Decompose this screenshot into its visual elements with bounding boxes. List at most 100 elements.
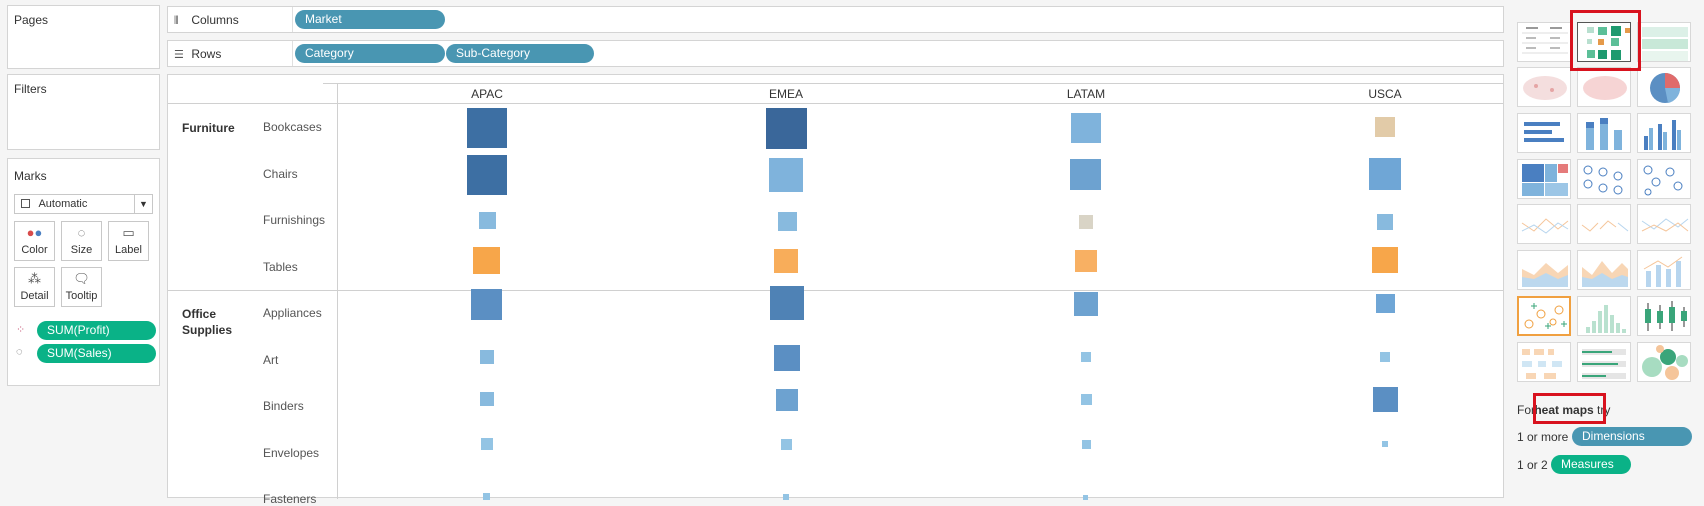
mark-fasteners-emea[interactable] — [783, 494, 789, 500]
showme-gantt[interactable] — [1517, 342, 1571, 382]
category-office-supplies[interactable]: Office Supplies — [182, 306, 232, 338]
columns-label-wrap: ⫴ Columns — [174, 13, 239, 28]
mark-chairs-emea[interactable] — [769, 158, 803, 192]
mark-bookcases-latam[interactable] — [1071, 113, 1101, 143]
filters-panel[interactable]: Filters — [7, 74, 160, 150]
showme-highlight-table[interactable] — [1637, 22, 1691, 62]
showme-scatter-plot[interactable] — [1517, 296, 1571, 336]
mark-binders-emea[interactable] — [776, 389, 798, 411]
showme-bullet-graph[interactable] — [1577, 342, 1631, 382]
mark-tables-apac[interactable] — [473, 247, 500, 274]
showme-dual-lines[interactable] — [1637, 204, 1691, 244]
label-card[interactable]: ▭ Label — [108, 221, 149, 261]
mark-chairs-apac[interactable] — [467, 155, 507, 195]
showme-box-whisker[interactable] — [1637, 296, 1691, 336]
showme-text-table[interactable] — [1517, 22, 1571, 62]
mark-envelopes-latam[interactable] — [1082, 440, 1091, 449]
mark-chairs-latam[interactable] — [1070, 159, 1101, 190]
mark-furnishings-apac[interactable] — [479, 212, 496, 229]
mark-tables-usca[interactable] — [1372, 247, 1398, 273]
mark-tables-emea[interactable] — [774, 249, 798, 273]
showme-horizontal-bars[interactable] — [1517, 113, 1571, 153]
tooltip-card[interactable]: 🗨 Tooltip — [61, 267, 102, 307]
mark-bookcases-apac[interactable] — [467, 108, 507, 148]
mark-appliances-apac[interactable] — [471, 289, 502, 320]
showme-symbol-map[interactable] — [1517, 67, 1571, 107]
pages-title: Pages — [14, 13, 49, 27]
mark-appliances-emea[interactable] — [770, 286, 804, 320]
chevron-down-icon[interactable]: ▼ — [134, 195, 152, 213]
viz-view[interactable]: APAC EMEA LATAM USCA Furniture Office Su… — [167, 74, 1504, 506]
scatter-plot-icon — [1524, 303, 1567, 329]
detail-icon: ⁂ — [28, 271, 41, 286]
mark-art-apac[interactable] — [480, 350, 494, 364]
detail-card[interactable]: ⁂ Detail — [14, 267, 55, 307]
sub-category-bookcases[interactable]: Bookcases — [263, 120, 322, 134]
showme-side-by-side-bars[interactable] — [1637, 113, 1691, 153]
mark-type-dropdown[interactable]: Automatic ▼ — [14, 194, 153, 214]
mark-fasteners-apac[interactable] — [483, 493, 490, 500]
mark-binders-usca[interactable] — [1373, 387, 1398, 412]
mark-art-usca[interactable] — [1380, 352, 1390, 362]
showme-discrete-lines[interactable] — [1577, 204, 1631, 244]
column-header-emea[interactable]: EMEA — [746, 87, 826, 101]
showme-packed-bubbles[interactable] — [1637, 342, 1691, 382]
size-encoding-icon: ◌ — [16, 346, 23, 358]
rows-shelf[interactable]: ☰ Rows Category Sub-Category — [167, 40, 1504, 67]
showme-continuous-lines[interactable] — [1517, 204, 1571, 244]
mark-bookcases-emea[interactable] — [766, 108, 807, 149]
mark-chairs-usca[interactable] — [1369, 158, 1401, 190]
category-divider — [168, 290, 1503, 291]
sub-category-envelopes[interactable]: Envelopes — [263, 446, 319, 460]
column-header-usca[interactable]: USCA — [1345, 87, 1425, 101]
showme-stacked-bars[interactable] — [1577, 113, 1631, 153]
sub-category-pill[interactable]: Sub-Category — [446, 44, 594, 63]
sub-category-furnishings[interactable]: Furnishings — [263, 213, 325, 227]
showme-histogram[interactable] — [1577, 296, 1631, 336]
mark-tables-latam[interactable] — [1075, 250, 1097, 272]
mark-art-latam[interactable] — [1081, 352, 1091, 362]
sub-category-art[interactable]: Art — [263, 353, 278, 367]
sub-category-tables[interactable]: Tables — [263, 260, 298, 274]
mark-furnishings-usca[interactable] — [1377, 214, 1393, 230]
columns-shelf[interactable]: ⫴ Columns Market — [167, 6, 1504, 33]
mark-binders-latam[interactable] — [1081, 394, 1092, 405]
color-card[interactable]: ●● Color — [14, 221, 55, 261]
columns-label: Columns — [191, 13, 239, 27]
mark-envelopes-apac[interactable] — [481, 438, 493, 450]
mark-bookcases-usca[interactable] — [1375, 117, 1395, 137]
showme-area-continuous[interactable] — [1517, 250, 1571, 290]
showme-treemap[interactable] — [1517, 159, 1571, 199]
mark-appliances-usca[interactable] — [1376, 294, 1395, 313]
showme-circle-views[interactable] — [1577, 159, 1631, 199]
sum-profit-pill[interactable]: SUM(Profit) — [37, 321, 156, 340]
header-bottom-line — [168, 103, 1503, 104]
category-furniture[interactable]: Furniture — [182, 120, 235, 136]
sub-category-binders[interactable]: Binders — [263, 399, 304, 413]
mark-furnishings-latam[interactable] — [1079, 215, 1093, 229]
showme-dual-combination[interactable] — [1637, 250, 1691, 290]
sum-sales-pill[interactable]: SUM(Sales) — [37, 344, 156, 363]
mark-art-emea[interactable] — [774, 345, 800, 371]
dimensions-pill: Dimensions — [1572, 427, 1692, 446]
mark-envelopes-usca[interactable] — [1382, 441, 1388, 447]
highlight-table-icon — [1642, 27, 1688, 61]
pages-panel[interactable]: Pages — [7, 5, 160, 69]
size-card-label: Size — [70, 244, 93, 256]
sub-category-appliances[interactable]: Appliances — [263, 306, 322, 320]
size-card[interactable]: ◌ Size — [61, 221, 102, 261]
showme-area-discrete[interactable] — [1577, 250, 1631, 290]
mark-binders-apac[interactable] — [480, 392, 494, 406]
showme-filled-map[interactable] — [1577, 67, 1631, 107]
sub-category-chairs[interactable]: Chairs — [263, 167, 298, 181]
mark-envelopes-emea[interactable] — [781, 439, 792, 450]
mark-appliances-latam[interactable] — [1074, 292, 1098, 316]
column-header-apac[interactable]: APAC — [447, 87, 527, 101]
sub-category-fasteners[interactable]: Fasteners — [263, 492, 316, 506]
category-pill[interactable]: Category — [295, 44, 445, 63]
mark-furnishings-emea[interactable] — [778, 212, 797, 231]
column-header-latam[interactable]: LATAM — [1046, 87, 1126, 101]
showme-side-by-side-circles[interactable] — [1637, 159, 1691, 199]
market-pill[interactable]: Market — [295, 10, 445, 29]
showme-pie-chart[interactable] — [1637, 67, 1691, 107]
